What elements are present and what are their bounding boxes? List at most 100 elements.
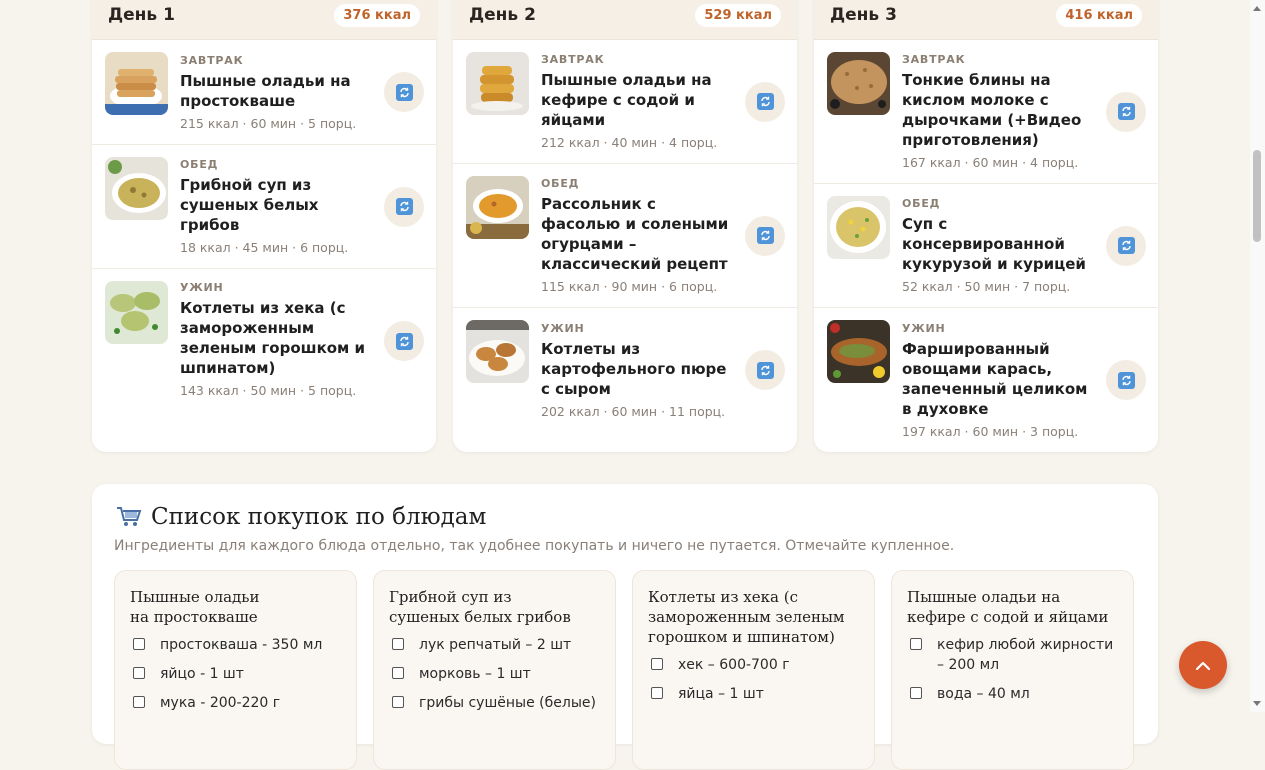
ingredient-item[interactable]: вода – 40 мл [907, 684, 1119, 704]
stuffed-fish-photo [827, 320, 890, 383]
meal-item-breakfast[interactable]: ЗАВТРАК Тонкие блины на кислом молоке с … [814, 40, 1158, 184]
meal-type: ОБЕД [902, 197, 941, 210]
ingredient-checkbox[interactable] [392, 667, 404, 679]
ingredient-item[interactable]: лук репчатый – 2 шт [389, 635, 601, 655]
ingredient-checkbox[interactable] [651, 658, 663, 670]
ingredient-label: мука - 200-220 г [160, 695, 281, 711]
day-card-2: День 2 529 ккал ЗАВТРАК Пышные оладьи на… [453, 0, 797, 452]
swap-icon [395, 83, 413, 101]
meal-item-dinner[interactable]: УЖИН Котлеты из картофельного пюре с сыр… [453, 308, 797, 432]
swap-icon [1117, 371, 1135, 389]
ingredient-label: кефир любой жирности – 200 мл [937, 637, 1114, 673]
meal-name[interactable]: Суп с консервированной кукурузой и куриц… [902, 214, 1098, 274]
scrollbar-thumb[interactable] [1253, 150, 1261, 242]
meal-type: ЗАВТРАК [541, 53, 605, 66]
meal-meta: 143 ккал · 50 мин · 5 порц. [180, 383, 357, 398]
meal-meta: 115 ккал · 90 мин · 6 порц. [541, 279, 718, 294]
meal-item-lunch[interactable]: ОБЕД Грибной суп из сушеных белых грибов… [92, 145, 436, 269]
crepes-photo [827, 52, 890, 115]
ingredient-item[interactable]: простокваша - 350 мл [130, 635, 342, 655]
swap-meal-button[interactable] [384, 186, 424, 227]
page-scrollbar[interactable] [1250, 0, 1265, 712]
swap-meal-button[interactable] [745, 81, 785, 122]
swap-meal-button[interactable] [1106, 91, 1146, 132]
ingredient-item[interactable]: морковь – 1 шт [389, 664, 601, 684]
meal-name[interactable]: Грибной суп из сушеных белых грибов [180, 175, 376, 235]
meal-plan-days: День 1 376 ккал ЗАВТРАК Пышные оладьи на… [92, 0, 1158, 452]
ingredient-checkbox[interactable] [910, 638, 922, 650]
dish-card: Пышные оладьи на простокваше простокваша… [114, 570, 357, 770]
ingredient-checkbox[interactable] [133, 638, 145, 650]
dish-card: Грибной суп из сушеных белых грибов лук … [373, 570, 616, 770]
ingredient-checkbox[interactable] [651, 687, 663, 699]
meal-type: УЖИН [541, 321, 585, 335]
meal-item-dinner[interactable]: УЖИН Фаршированный овощами карась, запеч… [814, 308, 1158, 452]
meal-type: ЗАВТРАК [180, 53, 244, 67]
kefir-pancakes-photo [466, 52, 529, 115]
meal-type: ЗАВТРАК [902, 53, 966, 66]
day-kcal-badge: 416 ккал [1056, 4, 1142, 27]
ingredient-item[interactable]: кефир любой жирности – 200 мл [907, 635, 1119, 675]
ingredient-label: простокваша - 350 мл [160, 637, 323, 653]
dish-ingredient-cards: Пышные оладьи на простокваше простокваша… [114, 570, 1134, 770]
ingredient-checkbox[interactable] [133, 696, 145, 708]
cart-icon [116, 506, 142, 528]
meal-item-breakfast[interactable]: ЗАВТРАК Пышные оладьи на простокваше 215… [92, 40, 436, 145]
shopping-list-heading: Список покупок по блюдам [116, 504, 486, 530]
meal-item-dinner[interactable]: УЖИН Котлеты из хека (с замороженным зел… [92, 269, 436, 414]
swap-meal-button[interactable] [384, 321, 424, 361]
meal-type: ОБЕД [541, 177, 580, 190]
ingredient-label: лук репчатый – 2 шт [419, 637, 572, 653]
meal-name[interactable]: Тонкие блины на кислом молоке с дырочкам… [902, 70, 1098, 150]
meal-meta: 18 ккал · 45 мин · 6 порц. [180, 240, 349, 255]
day-header: День 3 416 ккал [814, 0, 1158, 40]
day-title: День 1 [108, 5, 175, 25]
meal-meta: 212 ккал · 40 мин · 4 порц. [541, 135, 718, 150]
ingredient-checkbox[interactable] [133, 667, 145, 679]
swap-meal-button[interactable] [745, 215, 785, 256]
swap-meal-button[interactable] [1106, 225, 1146, 266]
meal-item-lunch[interactable]: ОБЕД Рассольник с фасолью и солеными огу… [453, 164, 797, 308]
ingredient-item[interactable]: хек – 600-700 г [648, 655, 860, 675]
swap-icon [1117, 103, 1135, 120]
ingredient-item[interactable]: яйца – 1 шт [648, 684, 860, 704]
meal-item-breakfast[interactable]: ЗАВТРАК Пышные оладьи на кефире с содой … [453, 40, 797, 164]
ingredient-checkbox[interactable] [392, 638, 404, 650]
meal-name[interactable]: Фаршированный овощами карась, запеченный… [902, 339, 1098, 419]
swap-meal-button[interactable] [384, 72, 424, 112]
swap-icon [395, 198, 413, 215]
scroll-to-top-button[interactable] [1179, 641, 1227, 689]
ingredient-checkbox[interactable] [910, 687, 922, 699]
ingredient-item[interactable]: грибы сушёные (белые) [389, 693, 601, 713]
meal-meta: 52 ккал · 50 мин · 7 порц. [902, 279, 1071, 294]
dish-title: Пышные оладьи на кефире с содой и яйцами [907, 588, 1109, 626]
meal-type: УЖИН [902, 321, 946, 335]
dish-card: Пышные оладьи на кефире с содой и яйцами… [891, 570, 1134, 770]
day-title: День 3 [830, 5, 897, 25]
meal-name[interactable]: Пышные оладьи на простокваше [180, 71, 376, 111]
meal-meta: 197 ккал · 60 мин · 3 порц. [902, 423, 1079, 439]
scroll-down-arrow-icon[interactable] [1253, 701, 1261, 706]
ingredient-label: яйцо - 1 шт [160, 666, 244, 682]
swap-meal-button[interactable] [1106, 360, 1146, 400]
day-header: День 1 376 ккал [92, 0, 436, 40]
swap-meal-button[interactable] [745, 350, 785, 390]
meal-type: ОБЕД [180, 158, 219, 171]
ingredient-label: хек – 600-700 г [678, 657, 790, 673]
day-kcal-badge: 529 ккал [695, 4, 781, 27]
meal-name[interactable]: Котлеты из хека (с замороженным зеленым … [180, 298, 376, 378]
ingredient-item[interactable]: мука - 200-220 г [130, 693, 342, 713]
meal-item-lunch[interactable]: ОБЕД Суп с консервированной кукурузой и … [814, 184, 1158, 308]
meal-name[interactable]: Пышные оладьи на кефире с содой и яйцами [541, 70, 737, 130]
shopping-list-title: Список покупок по блюдам [151, 504, 487, 530]
meal-name[interactable]: Рассольник с фасолью и солеными огурцами… [541, 194, 737, 274]
meal-name[interactable]: Котлеты из картофельного пюре с сыром [541, 339, 737, 399]
ingredient-checkbox[interactable] [392, 696, 404, 708]
day-header: День 2 529 ккал [453, 0, 797, 40]
ingredient-item[interactable]: яйцо - 1 шт [130, 664, 342, 684]
dish-title: Грибной суп из сушеных белых грибов [389, 588, 571, 626]
scroll-up-arrow-icon[interactable] [1253, 6, 1261, 11]
day-card-3: День 3 416 ккал ЗАВТРАК Тонкие блины на … [814, 0, 1158, 452]
fish-cutlets-photo [105, 281, 168, 344]
swap-icon [395, 332, 413, 350]
